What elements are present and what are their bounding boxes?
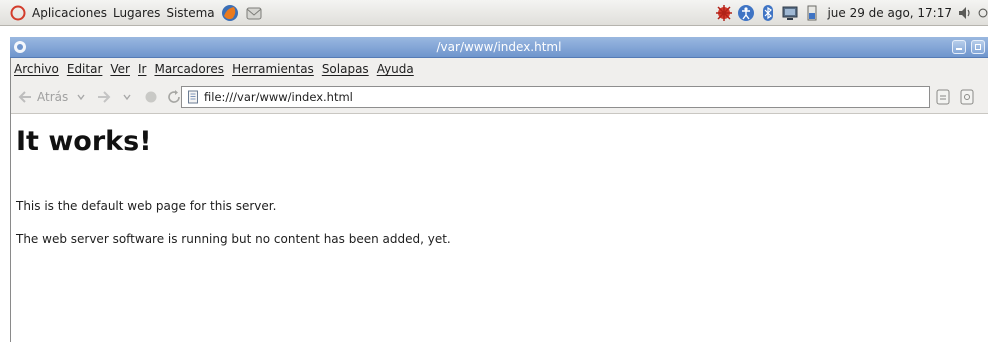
back-label: Atrás	[37, 89, 69, 104]
update-alert-icon[interactable]	[715, 4, 733, 22]
volume-icon[interactable]	[956, 4, 974, 22]
menu-editar[interactable]: Editar	[67, 62, 103, 76]
network-icon[interactable]	[781, 4, 799, 22]
menu-solapas[interactable]: Solapas	[322, 62, 369, 76]
menu-bar: Archivo Editar Ver Ir Marcadores Herrami…	[11, 58, 988, 80]
system-tray: jue 29 de ago, 17:17	[711, 0, 988, 26]
reload-icon[interactable]	[166, 89, 182, 105]
page-content: It works! This is the default web page f…	[11, 114, 988, 342]
menu-lugares[interactable]: Lugares	[113, 6, 160, 20]
firefox-launcher-icon[interactable]	[221, 4, 239, 22]
maximize-button[interactable]	[971, 40, 985, 54]
top-panel: Aplicaciones Lugares Sistema jue 29 de a…	[0, 0, 988, 26]
firefox-window-icon[interactable]	[13, 40, 27, 54]
menu-aplicaciones[interactable]: Aplicaciones	[32, 6, 107, 20]
back-button[interactable]: Atrás	[17, 89, 68, 105]
browser-window: Archivo Editar Ver Ir Marcadores Herrami…	[10, 58, 988, 342]
url-text[interactable]: file:///var/www/index.html	[204, 90, 353, 104]
menu-ayuda[interactable]: Ayuda	[377, 62, 414, 76]
search-page-icon[interactable]	[958, 88, 976, 106]
clock[interactable]: jue 29 de ago, 17:17	[827, 6, 952, 20]
menu-archivo[interactable]: Archivo	[14, 62, 59, 76]
menu-ver[interactable]: Ver	[110, 62, 130, 76]
url-bar[interactable]: file:///var/www/index.html	[181, 86, 930, 108]
paragraph-server-running: The web server software is running but n…	[16, 232, 451, 246]
mail-launcher-icon[interactable]	[245, 4, 263, 22]
back-arrow-icon	[18, 90, 31, 103]
page-heading: It works!	[16, 126, 152, 157]
stop-icon[interactable]	[144, 90, 158, 104]
window-title: /var/www/index.html	[436, 40, 562, 54]
bluetooth-icon[interactable]	[759, 4, 777, 22]
menu-marcadores[interactable]: Marcadores	[154, 62, 224, 76]
navigation-toolbar: Atrás file:///var/www/index.html	[11, 80, 988, 114]
page-document-icon	[188, 90, 198, 104]
shutdown-icon[interactable]	[978, 4, 988, 22]
bookmark-page-icon[interactable]	[934, 88, 952, 106]
paragraph-default-page: This is the default web page for this se…	[16, 199, 277, 213]
menu-sistema[interactable]: Sistema	[166, 6, 214, 20]
accessibility-icon[interactable]	[737, 4, 755, 22]
menu-ir[interactable]: Ir	[138, 62, 146, 76]
minimize-button[interactable]	[952, 40, 966, 54]
ubuntu-logo-icon[interactable]	[10, 5, 26, 21]
battery-icon[interactable]	[803, 4, 821, 22]
back-history-dropdown-icon[interactable]	[76, 92, 86, 102]
forward-history-dropdown-icon[interactable]	[122, 92, 132, 102]
forward-arrow-icon[interactable]	[96, 89, 114, 105]
window-titlebar[interactable]: /var/www/index.html	[10, 37, 988, 58]
menu-herramientas[interactable]: Herramientas	[232, 62, 314, 76]
